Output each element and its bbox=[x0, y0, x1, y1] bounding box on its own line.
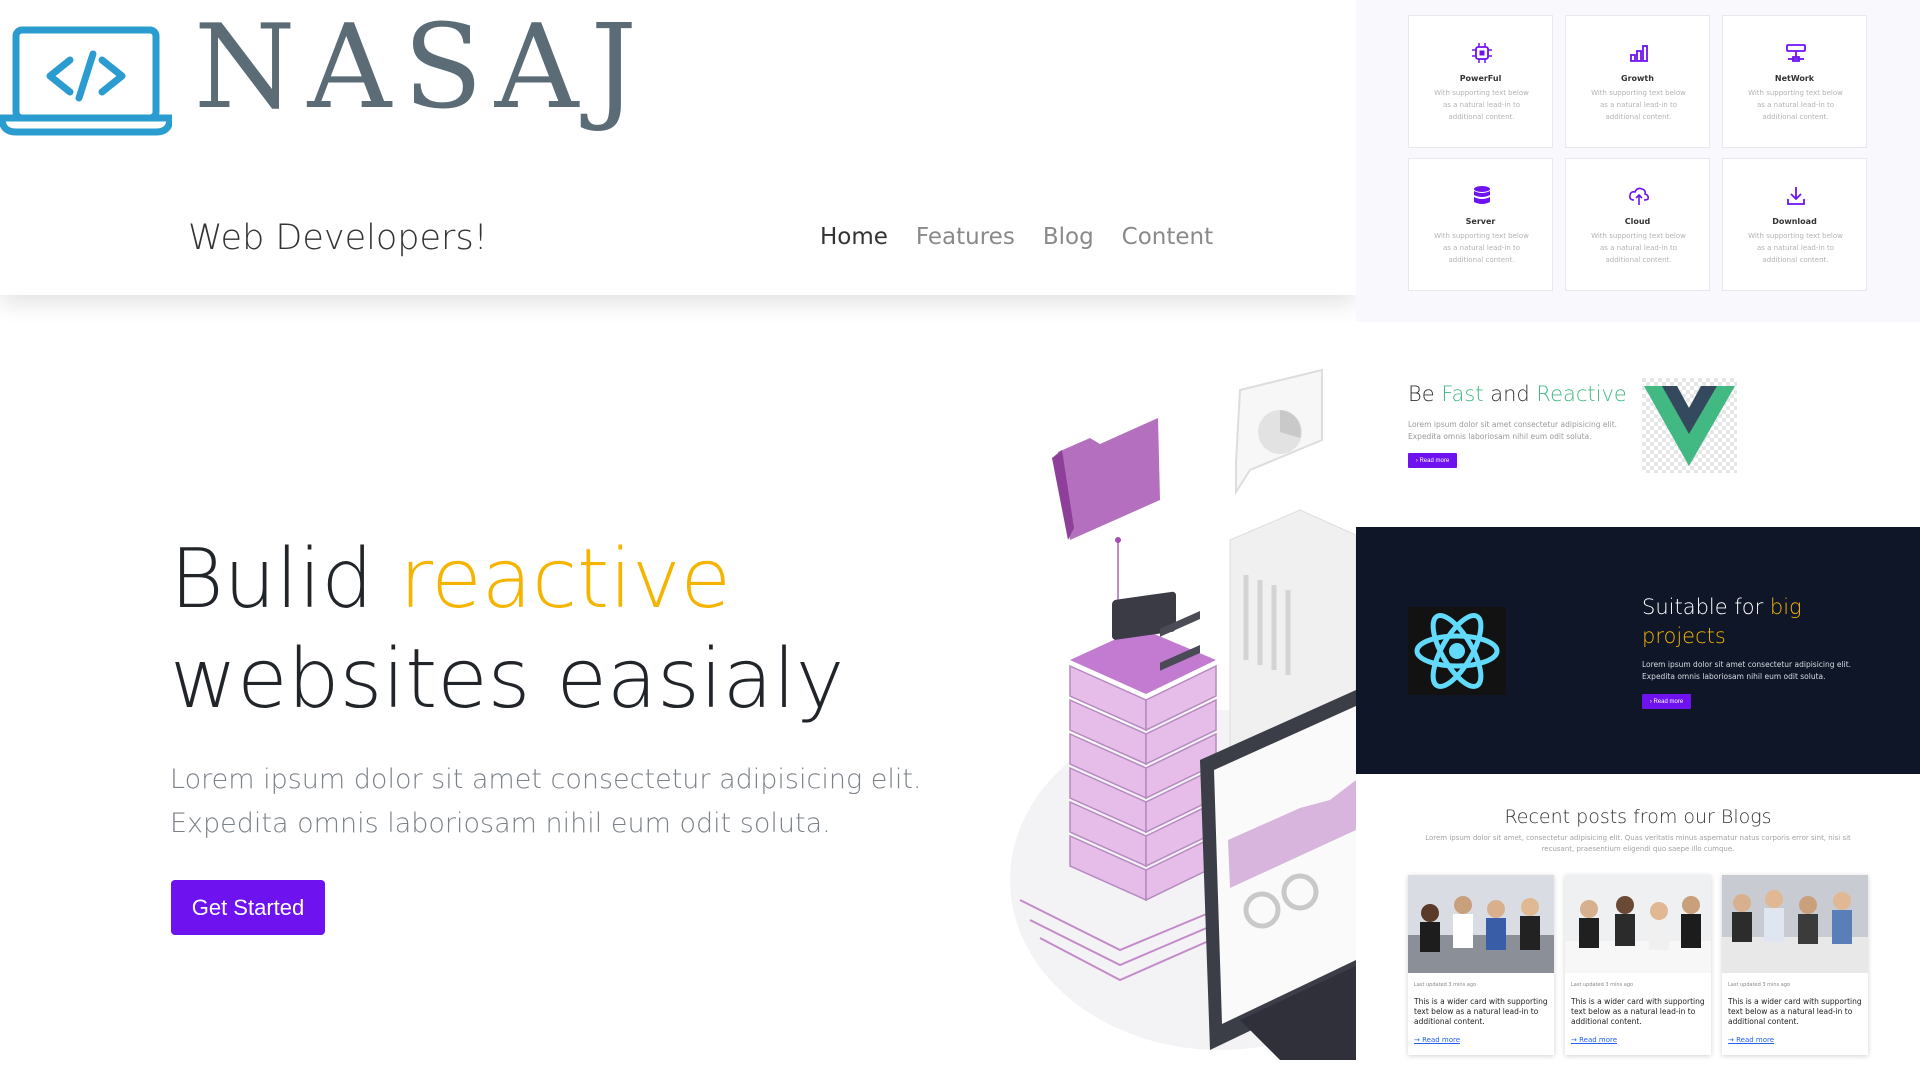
feature-text: With supporting text below as a natural … bbox=[1434, 232, 1529, 264]
vue-logo-icon bbox=[1642, 378, 1737, 473]
blog-section: Recent posts from our Blogs Lorem ipsum … bbox=[1356, 774, 1920, 1080]
react-section-text: Lorem ipsum dolor sit amet consectetur a… bbox=[1642, 660, 1852, 681]
laptop-code-icon bbox=[0, 26, 172, 136]
feature-title: NetWork bbox=[1774, 74, 1815, 83]
blog-card-text: This is a wider card with supporting tex… bbox=[1414, 997, 1548, 1026]
nav-blog[interactable]: Blog bbox=[1043, 224, 1094, 250]
hero-title-post: websites easialy bbox=[170, 632, 845, 727]
feature-card[interactable]: Server With supporting text below as a n… bbox=[1408, 158, 1553, 291]
features-section: PowerFul With supporting text below as a… bbox=[1356, 0, 1920, 322]
feature-title: PowerFul bbox=[1459, 74, 1502, 83]
feature-card[interactable]: Growth With supporting text below as a n… bbox=[1565, 15, 1710, 148]
feature-text: With supporting text below as a natural … bbox=[1434, 89, 1529, 121]
brand-tagline: Web Developers! bbox=[188, 218, 488, 258]
blog-card-text: This is a wider card with supporting tex… bbox=[1571, 997, 1705, 1026]
brand-logo-text: NASAJ bbox=[194, 0, 650, 135]
react-section-title: Suitable for big projects bbox=[1642, 593, 1862, 651]
feature-text: With supporting text below as a natural … bbox=[1748, 89, 1843, 121]
hero-description: Lorem ipsum dolor sit amet consectetur a… bbox=[170, 764, 922, 839]
react-section: Suitable for big projects Lorem ipsum do… bbox=[1356, 527, 1920, 774]
vue-section-text: Lorem ipsum dolor sit amet consectetur a… bbox=[1408, 420, 1618, 441]
blog-card-meta: Last updated 3 mins ago bbox=[1571, 982, 1634, 988]
feature-card[interactable]: Download With supporting text below as a… bbox=[1722, 158, 1867, 291]
hero-title: Bulid reactive websites easialy bbox=[170, 530, 990, 730]
feature-card[interactable]: Cloud With supporting text below as a na… bbox=[1565, 158, 1710, 291]
database-icon bbox=[1474, 186, 1490, 204]
bar-chart-icon bbox=[1630, 45, 1648, 62]
title-highlight: Reactive bbox=[1536, 382, 1627, 406]
get-started-button[interactable]: Get Started bbox=[171, 880, 325, 935]
feature-title: Server bbox=[1465, 217, 1496, 226]
celebration-photo bbox=[1722, 875, 1868, 973]
download-icon bbox=[1787, 187, 1805, 205]
vue-read-more-button[interactable]: › Read more bbox=[1408, 453, 1457, 468]
title-part: Be bbox=[1408, 382, 1442, 406]
feature-title: Cloud bbox=[1624, 217, 1651, 226]
blog-read-more-link[interactable]: → Read more bbox=[1414, 1036, 1460, 1044]
feature-card[interactable]: PowerFul With supporting text below as a… bbox=[1408, 15, 1553, 148]
nav-features[interactable]: Features bbox=[916, 224, 1015, 250]
blog-card[interactable]: Last updated 3 mins ago This is a wider … bbox=[1722, 875, 1868, 1055]
main-page-panel: NASAJ Web Developers! Home Features Blog… bbox=[0, 0, 1356, 1080]
hero-title-accent: reactive bbox=[399, 532, 731, 627]
nav-home[interactable]: Home bbox=[820, 224, 888, 250]
blog-read-more-link[interactable]: → Read more bbox=[1571, 1036, 1617, 1044]
cloud-upload-icon bbox=[1629, 187, 1649, 205]
site-header: NASAJ Web Developers! Home Features Blog… bbox=[0, 0, 1356, 295]
nav-content[interactable]: Content bbox=[1122, 224, 1213, 250]
feature-title: Download bbox=[1772, 217, 1817, 226]
blog-card-meta: Last updated 3 mins ago bbox=[1414, 982, 1477, 988]
blog-card-text: This is a wider card with supporting tex… bbox=[1728, 997, 1862, 1026]
blog-read-more-link[interactable]: → Read more bbox=[1728, 1036, 1774, 1044]
title-highlight: Fast bbox=[1441, 382, 1484, 406]
feature-text: With supporting text below as a natural … bbox=[1591, 89, 1686, 121]
blog-subtitle: Lorem ipsum dolor sit amet, consectetur … bbox=[1425, 834, 1851, 853]
meeting-photo bbox=[1565, 875, 1711, 973]
blog-card[interactable]: Last updated 3 mins ago This is a wider … bbox=[1408, 875, 1554, 1055]
network-icon bbox=[1786, 44, 1806, 62]
hero-title-pre: Bulid bbox=[170, 532, 400, 627]
blog-title: Recent posts from our Blogs bbox=[1504, 806, 1772, 828]
team-photo bbox=[1408, 875, 1554, 973]
vue-section: Be Fast and Reactive Lorem ipsum dolor s… bbox=[1356, 322, 1920, 527]
blog-card[interactable]: Last updated 3 mins ago This is a wider … bbox=[1565, 875, 1711, 1055]
main-nav: Home Features Blog Content bbox=[820, 224, 1213, 250]
react-logo-icon bbox=[1408, 607, 1506, 695]
feature-text: With supporting text below as a natural … bbox=[1591, 232, 1686, 264]
preview-panel: PowerFul With supporting text below as a… bbox=[1356, 0, 1920, 1080]
chip-icon bbox=[1472, 43, 1492, 63]
vue-section-title: Be Fast and Reactive bbox=[1408, 382, 1627, 406]
server-illustration bbox=[1010, 368, 1356, 1060]
title-part: and bbox=[1483, 382, 1537, 406]
feature-card[interactable]: NetWork With supporting text below as a … bbox=[1722, 15, 1867, 148]
feature-title: Growth bbox=[1621, 74, 1654, 83]
blog-card-meta: Last updated 3 mins ago bbox=[1728, 982, 1791, 988]
title-part: Suitable for bbox=[1642, 595, 1770, 619]
react-read-more-button[interactable]: › Read more bbox=[1642, 694, 1691, 709]
feature-text: With supporting text below as a natural … bbox=[1748, 232, 1843, 264]
